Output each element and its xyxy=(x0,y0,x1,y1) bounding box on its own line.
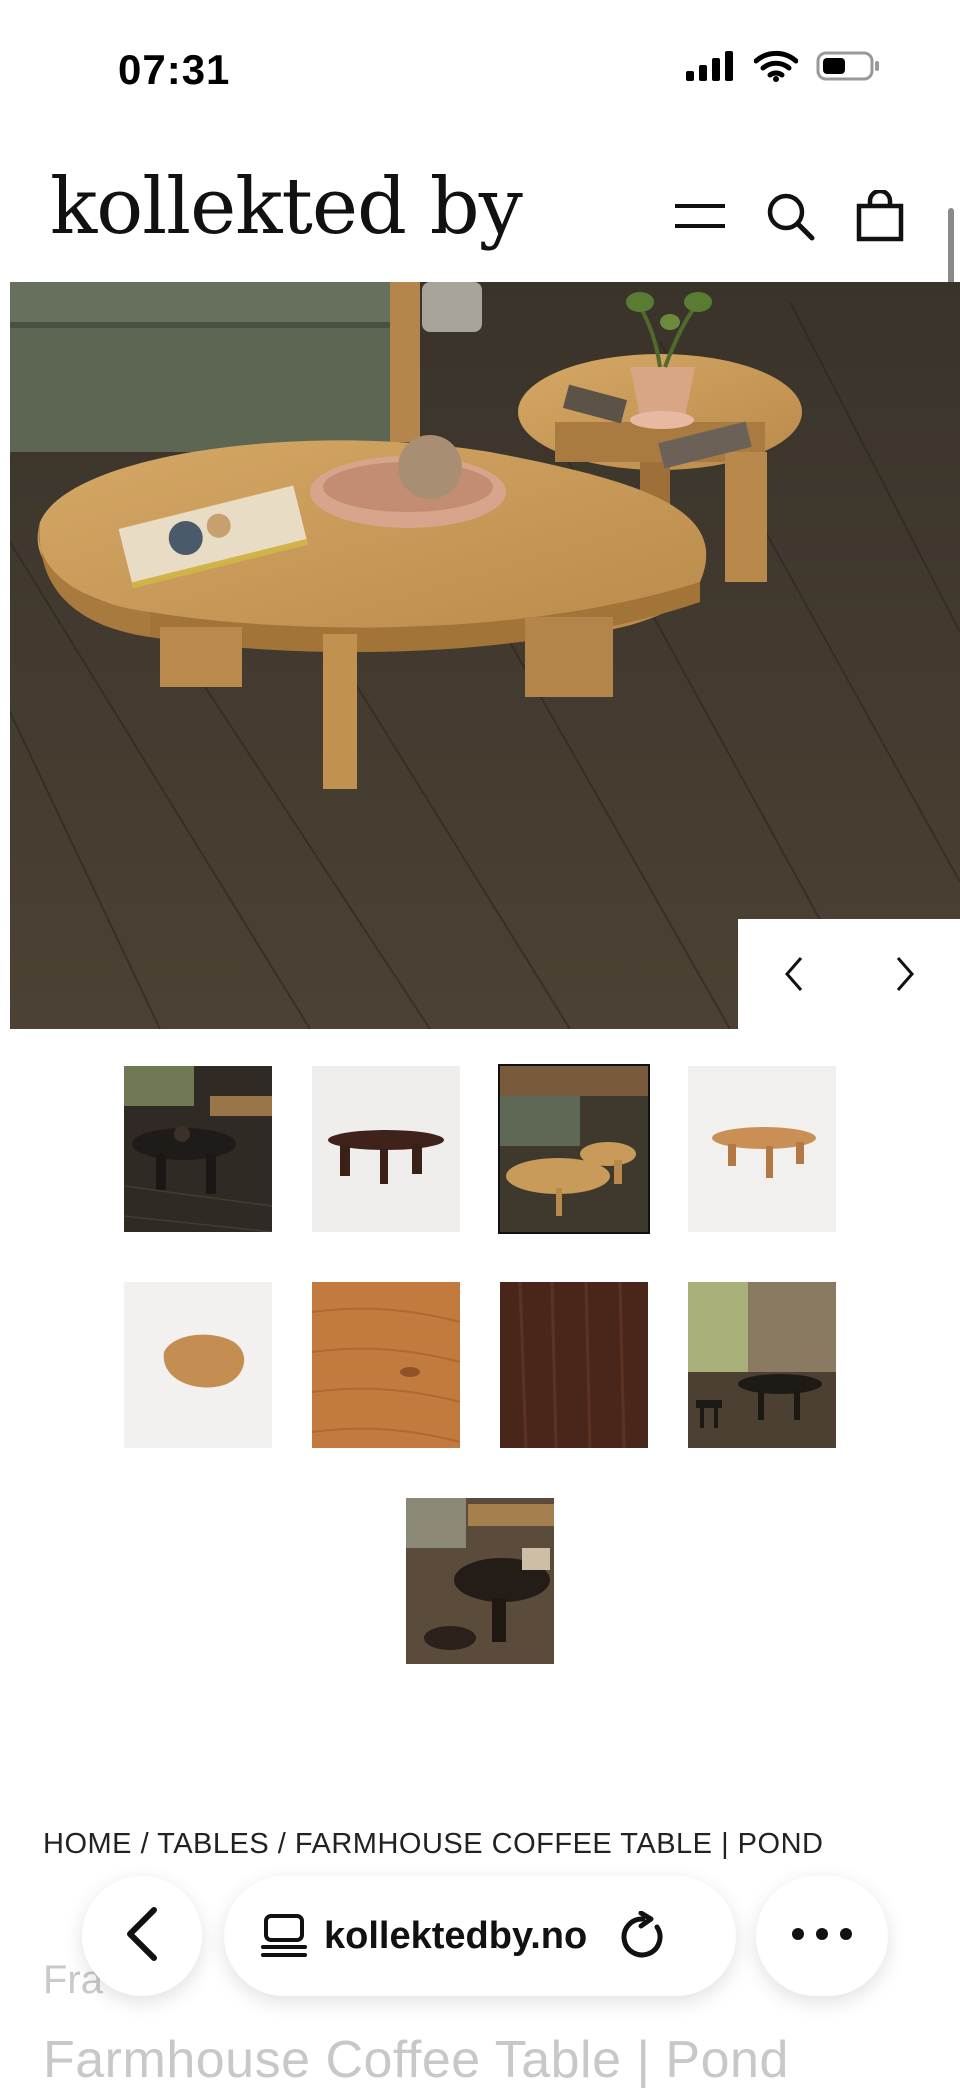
thumbnail-7[interactable] xyxy=(500,1282,648,1448)
browser-back-button[interactable] xyxy=(82,1876,202,1996)
hamburger-menu-icon[interactable] xyxy=(672,188,728,244)
status-bar: 07:31 xyxy=(0,0,960,140)
thumbnail-5[interactable] xyxy=(124,1282,272,1448)
breadcrumb-separator: / xyxy=(140,1828,158,1860)
status-time: 07:31 xyxy=(118,46,231,93)
breadcrumb-home[interactable]: HOME xyxy=(43,1828,132,1860)
browser-toolbar: kollektedby.no xyxy=(0,1870,960,2081)
browser-url-bar[interactable]: kollektedby.no xyxy=(224,1876,736,1996)
wifi-icon xyxy=(753,50,799,87)
status-icons xyxy=(686,50,880,87)
back-chevron-icon xyxy=(122,1906,162,1967)
chevron-left-icon[interactable] xyxy=(764,944,824,1004)
battery-icon xyxy=(816,50,880,87)
thumbnail-3[interactable] xyxy=(498,1064,650,1234)
chevron-right-icon[interactable] xyxy=(875,944,935,1004)
thumbnail-6[interactable] xyxy=(312,1282,460,1448)
cellular-signal-icon xyxy=(686,51,736,86)
browser-url-text[interactable]: kollektedby.no xyxy=(324,1915,587,1958)
thumbnail-1[interactable] xyxy=(124,1066,272,1232)
shopping-bag-icon[interactable] xyxy=(852,188,908,244)
site-logo[interactable]: kollekted by xyxy=(50,162,523,252)
breadcrumb-current: FARMHOUSE COFFEE TABLE | POND xyxy=(294,1828,824,1860)
thumbnail-4[interactable] xyxy=(688,1066,836,1232)
tab-overview-icon[interactable] xyxy=(256,1908,312,1964)
site-header: kollekted by xyxy=(0,140,960,280)
more-dots-icon xyxy=(790,1926,854,1947)
breadcrumb: HOME / TABLES / FARMHOUSE COFFEE TABLE |… xyxy=(43,1828,823,1861)
reload-icon[interactable] xyxy=(615,1908,671,1964)
breadcrumb-separator: / xyxy=(277,1828,295,1860)
header-actions xyxy=(672,188,908,244)
thumbnail-2[interactable] xyxy=(312,1066,460,1232)
product-main-image[interactable] xyxy=(10,282,960,1029)
browser-more-button[interactable] xyxy=(756,1876,888,1996)
breadcrumb-tables[interactable]: TABLES xyxy=(157,1828,269,1860)
carousel-nav xyxy=(738,919,960,1029)
thumbnail-8[interactable] xyxy=(688,1282,836,1448)
search-icon[interactable] xyxy=(762,188,818,244)
thumbnail-9[interactable] xyxy=(406,1498,554,1664)
